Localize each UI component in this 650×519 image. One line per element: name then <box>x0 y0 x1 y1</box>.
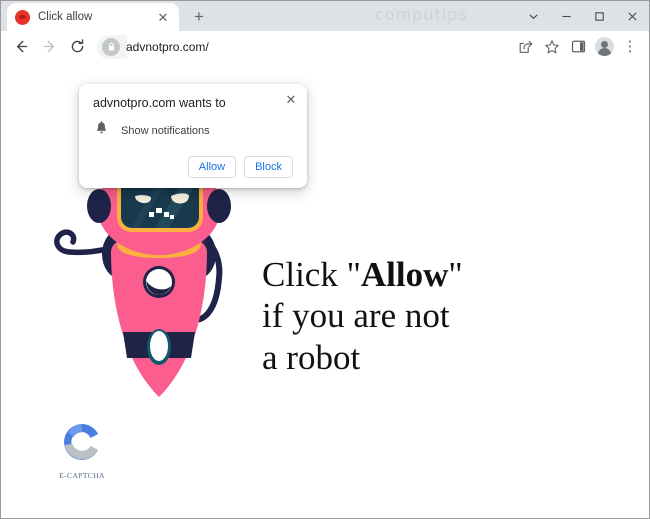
browser-menu-button[interactable]: ⋮ <box>617 34 643 60</box>
headline-line1: Click "Allow" <box>262 255 463 294</box>
tab-title: Click allow <box>38 11 93 23</box>
headline-suffix: " <box>448 255 463 294</box>
dialog-close-icon[interactable]: ✕ <box>282 90 300 108</box>
headline-allow-word: Allow <box>360 255 449 294</box>
page-headline: Click "Allow" if you are not a robot <box>262 254 463 378</box>
allow-button[interactable]: Allow <box>187 156 237 178</box>
tab-close-icon[interactable]: ✕ <box>155 9 171 25</box>
lock-icon[interactable] <box>102 37 120 56</box>
profile-avatar[interactable] <box>591 34 617 60</box>
forward-button[interactable] <box>35 33 63 61</box>
browser-window: Click allow ✕ + computips advnotpro.com/… <box>0 0 650 519</box>
headline-line2: if you are not <box>262 296 450 336</box>
computips-watermark: computips <box>375 5 468 24</box>
e-captcha-logo-block: E-CAPTCHA <box>49 420 115 480</box>
side-panel-icon[interactable] <box>565 34 591 60</box>
tab-strip: Click allow ✕ + computips <box>1 1 649 31</box>
captcha-label: E-CAPTCHA <box>59 471 105 480</box>
permission-row: Show notifications <box>93 121 293 140</box>
notification-permission-dialog: ✕ advnotpro.com wants to Show notificati… <box>79 84 307 188</box>
browser-toolbar: advnotpro.com/ ⋮ <box>1 31 649 62</box>
url-text[interactable]: advnotpro.com/ <box>126 40 507 54</box>
window-controls <box>517 1 649 31</box>
bell-icon <box>95 121 108 140</box>
page-content: Click "Allow" if you are not a robot E-C… <box>1 62 649 517</box>
permission-label: Show notifications <box>121 124 210 137</box>
reload-button[interactable] <box>63 33 91 61</box>
address-bar[interactable]: advnotpro.com/ <box>97 34 507 59</box>
red-circle-favicon <box>15 9 30 25</box>
minimize-icon[interactable] <box>550 1 583 31</box>
chevron-down-icon[interactable] <box>517 1 550 31</box>
maximize-icon[interactable] <box>583 1 616 31</box>
dialog-actions: Allow Block <box>93 156 293 178</box>
new-tab-button[interactable]: + <box>185 2 213 30</box>
headline-line3: a robot <box>262 337 361 377</box>
star-icon[interactable] <box>539 34 565 60</box>
back-button[interactable] <box>7 33 35 61</box>
c-captcha-logo <box>64 424 98 460</box>
share-icon[interactable] <box>513 34 539 60</box>
pink-robot-illustration <box>39 159 269 452</box>
dialog-title: advnotpro.com wants to <box>93 96 226 110</box>
close-icon[interactable] <box>616 1 649 31</box>
block-button[interactable]: Block <box>244 156 293 178</box>
tab-click-allow[interactable]: Click allow ✕ <box>7 3 179 31</box>
headline-prefix: Click " <box>262 255 361 294</box>
